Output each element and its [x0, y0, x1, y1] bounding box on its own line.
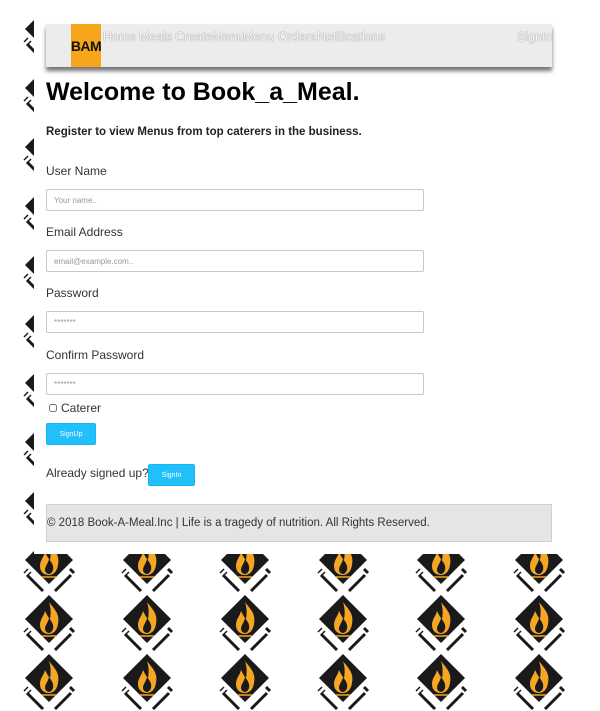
email-label: Email Address — [46, 225, 123, 239]
caterer-option: Caterer — [46, 400, 101, 416]
confirm-password-input[interactable] — [46, 373, 424, 395]
footer-text: © 2018 Book-A-Meal.Inc | Life is a trage… — [47, 517, 430, 529]
nav-item-orders[interactable]: Orders — [278, 30, 316, 44]
username-label: User Name — [46, 164, 107, 178]
footer: © 2018 Book-A-Meal.Inc | Life is a trage… — [46, 504, 552, 542]
nav-item-notifications[interactable]: Notifications — [317, 30, 385, 44]
page-title: Welcome to Book_a_Meal. — [46, 78, 360, 106]
username-input[interactable] — [46, 189, 424, 211]
caterer-label: Caterer — [61, 401, 102, 415]
nav-signin-link[interactable]: SignIn — [517, 30, 552, 44]
signin-button[interactable]: SignIn — [148, 464, 195, 486]
already-signed-up-text: Already signed up? — [46, 466, 149, 480]
password-input[interactable] — [46, 311, 424, 333]
brand-logo[interactable]: BAM — [71, 24, 102, 67]
nav-item-createmenu[interactable]: CreateMenu — [175, 30, 244, 44]
page-tagline: Register to view Menus from top caterers… — [46, 126, 362, 138]
nav-item-menu[interactable]: Menu — [243, 30, 274, 44]
confirm-password-label: Confirm Password — [46, 348, 145, 362]
email-input[interactable] — [46, 250, 424, 272]
password-label: Password — [46, 286, 99, 300]
main-card: BAM Home Meals CreateMenu Menu Orders No… — [34, 0, 565, 554]
caterer-checkbox[interactable] — [49, 404, 57, 412]
nav-item-meals[interactable]: Meals — [139, 30, 172, 44]
nav-item-home[interactable]: Home — [103, 30, 136, 44]
navbar: BAM Home Meals CreateMenu Menu Orders No… — [46, 24, 552, 67]
signup-button[interactable]: SignUp — [46, 423, 96, 445]
